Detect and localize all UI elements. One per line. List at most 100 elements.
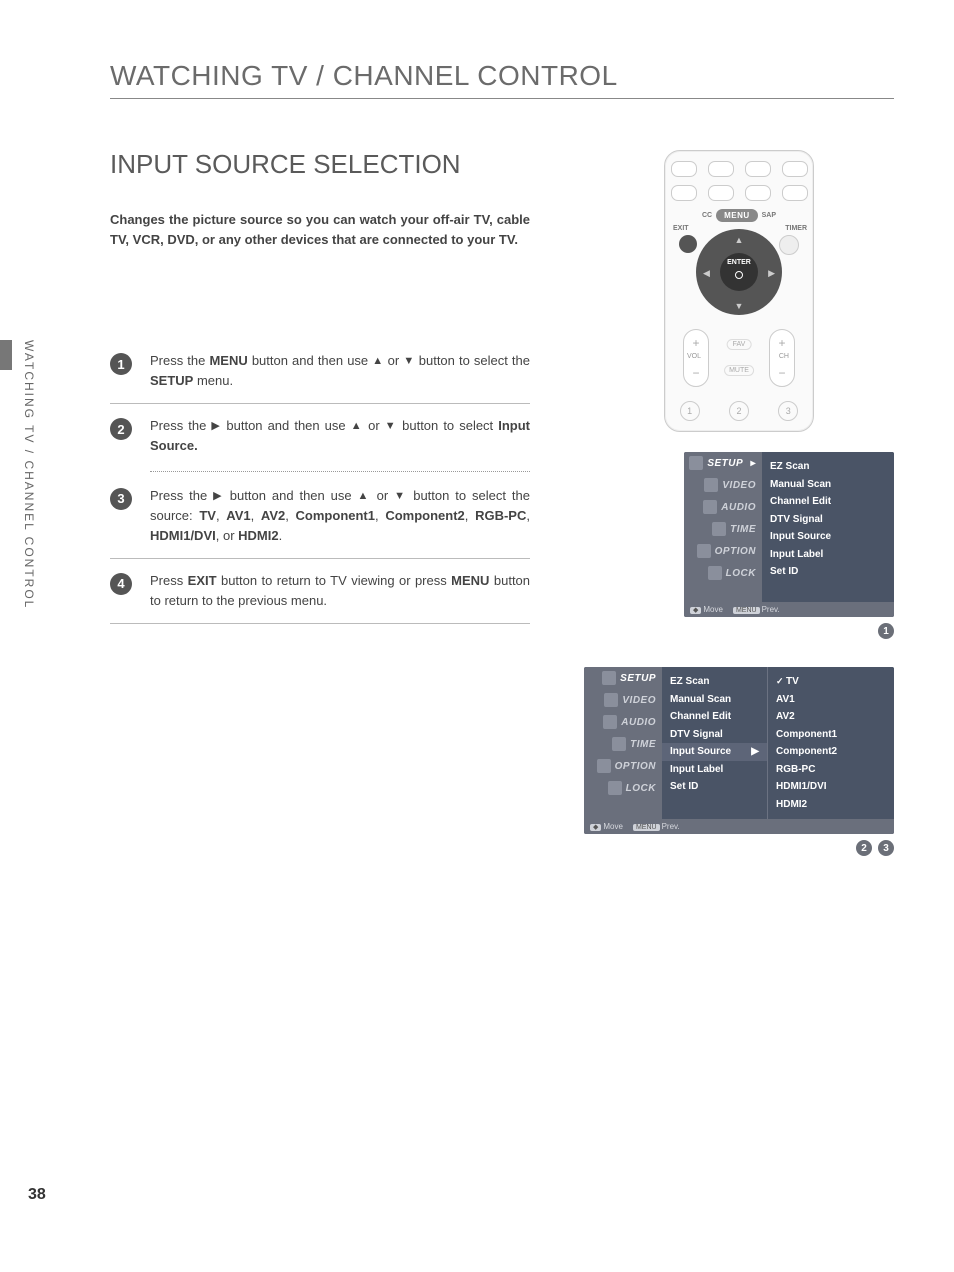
sap-label: SAP — [762, 212, 776, 219]
t: button and then use — [224, 488, 358, 503]
osd-nav-lock: LOCK — [584, 777, 662, 799]
source-tv-selected: TV — [776, 673, 886, 691]
list-item: Channel Edit — [670, 708, 759, 726]
down-arrow-icon: ▼ — [403, 355, 414, 367]
t: AV1 — [226, 508, 250, 523]
num-3: 3 — [778, 401, 798, 421]
down-arrow-icon: ▼ — [735, 301, 744, 311]
t: button to select — [397, 418, 498, 433]
list-item-selected: Input Source ▶ — [662, 743, 767, 761]
page-number: 38 — [28, 1186, 46, 1204]
vol-label: VOL — [687, 353, 701, 360]
reference-badge-2: 2 — [856, 840, 872, 856]
dotted-divider — [150, 471, 530, 472]
list-item: DTV Signal — [670, 726, 759, 744]
up-arrow-icon: ▲ — [351, 420, 363, 432]
t: TV — [199, 508, 216, 523]
step-2-text: Press the ▶ button and then use ▲ or ▼ b… — [150, 416, 530, 456]
t: or — [384, 353, 404, 368]
t: button to return to TV viewing or press — [217, 573, 452, 588]
remote-illustration: CC MENU SAP EXIT TIMER ▲ ▼ ◀ ▶ ENTER +− … — [664, 150, 814, 432]
osd-setup-list: EZ Scan Manual Scan Channel Edit DTV Sig… — [662, 667, 767, 819]
cc-label: CC — [702, 212, 712, 219]
step-number-badge: 4 — [110, 573, 132, 595]
osd-nav-setup: SETUP ▸ — [684, 452, 762, 474]
osd-nav-time: TIME — [584, 733, 662, 755]
t: Press the — [150, 488, 213, 503]
osd-nav-audio: AUDIO — [684, 496, 762, 518]
list-item: HDMI2 — [776, 796, 886, 814]
exit-button — [679, 235, 697, 253]
list-item: AV1 — [776, 691, 886, 709]
list-item: Manual Scan — [670, 691, 759, 709]
t: Press the — [150, 418, 211, 433]
down-arrow-icon: ▼ — [394, 490, 407, 502]
t: button and then use — [221, 418, 350, 433]
t: Component1 — [296, 508, 375, 523]
illustrations: CC MENU SAP EXIT TIMER ▲ ▼ ◀ ▶ ENTER +− … — [584, 150, 894, 856]
right-arrow-icon: ▶ — [213, 490, 224, 502]
osd-input-source: SETUP VIDEO AUDIO TIME OPTION LOCK EZ Sc… — [584, 667, 894, 834]
list-item: Input Label — [770, 546, 886, 564]
up-arrow-icon: ▲ — [735, 235, 744, 245]
up-arrow-icon: ▲ — [358, 490, 371, 502]
t: HDMI1/DVI — [150, 528, 216, 543]
t: or — [371, 488, 394, 503]
osd-nav-setup: SETUP — [584, 667, 662, 689]
step-1: 1 Press the MENU button and then use ▲ o… — [110, 339, 530, 403]
step-number-badge: 1 — [110, 353, 132, 375]
reference-badge-3: 3 — [878, 840, 894, 856]
t: menu. — [193, 373, 233, 388]
t: Press — [150, 573, 188, 588]
num-1: 1 — [680, 401, 700, 421]
right-arrow-icon: ▶ — [768, 268, 775, 279]
t: MENU — [209, 353, 247, 368]
osd-nav-video: VIDEO — [584, 689, 662, 711]
right-arrow-icon: ▶ — [211, 420, 221, 432]
tab-label: WATCHING TV / CHANNEL CONTROL — [22, 340, 36, 609]
t: SETUP — [150, 373, 193, 388]
fav-button: FAV — [727, 339, 752, 350]
list-item: Input Label — [670, 761, 759, 779]
section-tab: WATCHING TV / CHANNEL CONTROL — [0, 340, 44, 680]
enter-label: ENTER — [727, 259, 751, 266]
t: HDMI2 — [238, 528, 278, 543]
step-3-text: Press the ▶ button and then use ▲ or ▼ b… — [150, 486, 530, 546]
osd-setup-list: EZ Scan Manual Scan Channel Edit DTV Sig… — [762, 452, 894, 602]
list-item: Set ID — [770, 563, 886, 581]
timer-label: TIMER — [785, 225, 807, 232]
osd-nav: SETUP ▸ VIDEO AUDIO TIME OPTION LOCK — [684, 452, 762, 602]
osd-nav: SETUP VIDEO AUDIO TIME OPTION LOCK — [584, 667, 662, 819]
right-arrow-icon: ▶ — [751, 743, 759, 761]
num-2: 2 — [729, 401, 749, 421]
list-item: Set ID — [670, 778, 759, 796]
osd-nav-video: VIDEO — [684, 474, 762, 496]
osd-nav-lock: LOCK — [684, 562, 762, 584]
list-item: RGB-PC — [776, 761, 886, 779]
t: AV2 — [261, 508, 285, 523]
lead-paragraph: Changes the picture source so you can wa… — [110, 210, 530, 249]
list-item: Channel Edit — [770, 493, 886, 511]
number-row: 1 2 3 — [665, 401, 813, 421]
t: RGB-PC — [475, 508, 526, 523]
osd-nav-option: OPTION — [584, 755, 662, 777]
list-item: EZ Scan — [770, 458, 886, 476]
step-2: 2 Press the ▶ button and then use ▲ or ▼… — [110, 403, 530, 468]
t: button to select the — [415, 353, 530, 368]
osd-nav-time: TIME — [684, 518, 762, 540]
t: MENU — [451, 573, 489, 588]
step-3: 3 Press the ▶ button and then use ▲ or ▼… — [110, 474, 530, 558]
step-number-badge: 2 — [110, 418, 132, 440]
list-item: Component2 — [776, 743, 886, 761]
enter-icon — [735, 271, 743, 279]
menu-button: MENU — [716, 209, 758, 222]
osd-footer: ◆Move MENUPrev. — [584, 819, 894, 834]
divider — [110, 98, 894, 99]
up-arrow-icon: ▲ — [372, 355, 383, 367]
chapter-title: WATCHING TV / CHANNEL CONTROL — [110, 60, 894, 92]
list-item: EZ Scan — [670, 673, 759, 691]
t: or — [363, 418, 385, 433]
list-item: Component1 — [776, 726, 886, 744]
t: button and then use — [248, 353, 372, 368]
osd-footer: ◆Move MENUPrev. — [684, 602, 894, 617]
